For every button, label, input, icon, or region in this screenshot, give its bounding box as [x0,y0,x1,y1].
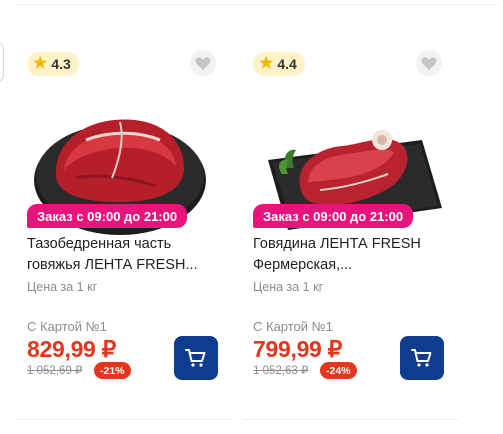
product-title[interactable]: Говядина ЛЕНТА FRESH Фермерская,... [253,234,453,276]
product-card[interactable]: ★ 4.3 Заказ с 09:00 до 21:00 Тазобедренн… [16,40,232,420]
star-icon: ★ [259,55,274,72]
loyalty-card-label: С Картой №1 [27,319,107,334]
loyalty-card-label: С Картой №1 [253,319,333,334]
cart-icon [185,349,206,367]
heart-icon [421,56,437,70]
product-title-line-2[interactable]: Фермерская,... [253,255,453,276]
product-card[interactable]: ★ 4.4 Заказ с 09:00 до 21:00 Говядина ЛЕ… [242,40,458,420]
product-title-line-1[interactable]: Говядина ЛЕНТА FRESH [253,234,453,255]
rating-value: 4.3 [51,56,71,72]
rating-badge: ★ 4.3 [27,52,79,76]
star-icon: ★ [33,55,48,72]
rating-value: 4.4 [277,56,297,72]
discount-badge: -24% [320,362,357,379]
delivery-time-badge: Заказ с 09:00 до 21:00 [253,204,414,228]
unit-price-label: Цена за 1 кг [253,280,324,294]
favorite-button[interactable] [190,50,216,76]
unit-price-label: Цена за 1 кг [27,280,98,294]
old-price: 1 052,63 ₽ [253,365,309,377]
heart-icon [195,56,211,70]
add-to-cart-button[interactable] [400,336,444,380]
top-divider [16,4,498,5]
product-title-line-1[interactable]: Тазобедренная часть [27,234,227,255]
price: 829,99 ₽ [27,336,116,362]
product-title-line-2[interactable]: говяжья ЛЕНТА FRESH... [27,255,227,276]
scroll-left-button[interactable] [0,42,4,82]
add-to-cart-button[interactable] [174,336,218,380]
rating-badge: ★ 4.4 [253,52,305,76]
discount-badge: -21% [94,362,131,379]
delivery-time-badge: Заказ с 09:00 до 21:00 [27,204,188,228]
favorite-button[interactable] [416,50,442,76]
cart-icon [411,349,432,367]
card-divider [16,419,232,420]
price: 799,99 ₽ [253,336,342,362]
old-price: 1 052,69 ₽ [27,365,83,377]
card-divider [242,419,458,420]
product-title[interactable]: Тазобедренная часть говяжья ЛЕНТА FRESH.… [27,234,227,276]
